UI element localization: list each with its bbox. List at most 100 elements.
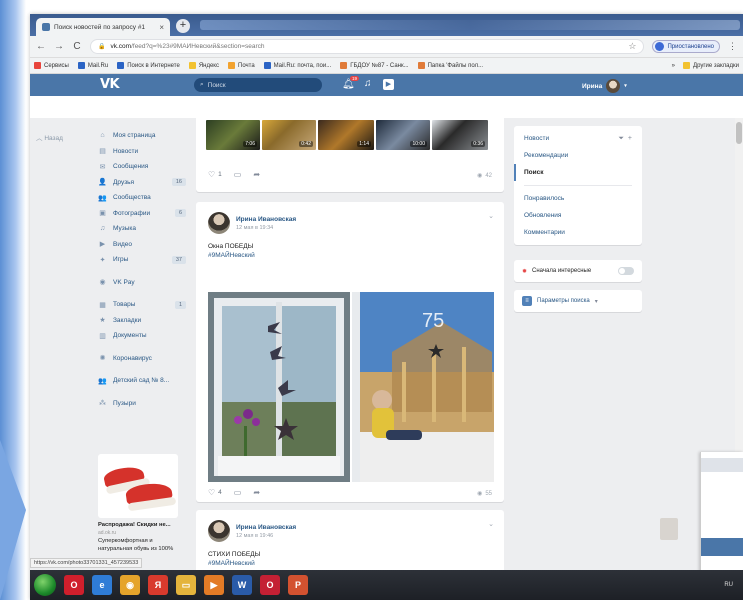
bookmark-item[interactable]: Mail.Ru bbox=[77, 62, 108, 69]
post-hashtag[interactable]: #9МАЙНевский bbox=[208, 559, 260, 568]
start-button[interactable] bbox=[34, 574, 56, 596]
media-icon[interactable]: ▶ bbox=[204, 575, 224, 595]
post-photo-child-window[interactable]: 75 bbox=[352, 292, 494, 482]
comment-button[interactable]: ▭ bbox=[234, 488, 242, 497]
post-author[interactable]: Ирина Ивановская bbox=[236, 524, 296, 531]
opera-icon[interactable]: O bbox=[64, 575, 84, 595]
post-hashtag[interactable]: #9МАЙНевский bbox=[208, 251, 255, 260]
sidebar-item[interactable]: 👥 Сообщества bbox=[98, 190, 186, 206]
user-menu[interactable]: Ирина ▾ bbox=[582, 79, 627, 93]
post-date[interactable]: 12 мая в 19:46 bbox=[236, 533, 296, 539]
video-thumbnail[interactable]: 1:14 bbox=[318, 120, 374, 150]
video-thumbnail[interactable]: 0:42 bbox=[262, 120, 316, 150]
search-params-button[interactable]: ≡ Параметры поиска ▾ bbox=[514, 290, 642, 312]
powerpoint-icon[interactable]: P bbox=[288, 575, 308, 595]
menu-item-search[interactable]: Поиск bbox=[514, 164, 642, 181]
like-button[interactable]: ♡ 4 bbox=[208, 488, 222, 497]
interesting-first-toggle-row[interactable]: ✹ Сначала интересные bbox=[514, 260, 642, 282]
sidebar-item[interactable]: ✺ Коронавирус bbox=[98, 351, 186, 367]
menu-item-news[interactable]: Новости ⏷ + bbox=[514, 130, 642, 147]
video-thumbnail[interactable]: 10:00 bbox=[376, 120, 430, 150]
menu-item-comments[interactable]: Комментарии bbox=[514, 224, 642, 241]
ad-title[interactable]: Распродажа! Скидки не... bbox=[98, 522, 186, 528]
vk-logo[interactable]: VK bbox=[100, 77, 120, 92]
bookmark-item[interactable]: Сервисы bbox=[34, 62, 69, 69]
sidebar-item[interactable]: ⁂ Пузыри bbox=[98, 396, 186, 412]
sidebar-item[interactable]: ▣ Фотографии 6 bbox=[98, 206, 186, 222]
interesting-first-toggle[interactable] bbox=[618, 267, 634, 275]
like-button[interactable]: ♡ 1 bbox=[208, 170, 222, 179]
browser-menu-icon[interactable]: ⋮ bbox=[728, 41, 737, 52]
post-author-avatar[interactable] bbox=[208, 520, 230, 542]
nav-divider bbox=[98, 290, 186, 297]
forward-button[interactable]: → bbox=[54, 41, 64, 52]
opera2-icon[interactable]: O bbox=[260, 575, 280, 595]
tab-active[interactable]: Поиск новостей по запросу #1 × bbox=[36, 18, 170, 36]
post-author[interactable]: Ирина Ивановская bbox=[236, 216, 296, 223]
bookmarks-more-icon[interactable]: » bbox=[672, 63, 675, 69]
share-button[interactable]: ➦ bbox=[253, 170, 260, 179]
add-icon[interactable]: + bbox=[628, 135, 632, 142]
ad-image-shoes[interactable] bbox=[98, 454, 178, 518]
sidebar-item[interactable]: 👥 Детский сад № 8... bbox=[98, 373, 186, 389]
bookmark-item[interactable]: Папка 'Файлы пол... bbox=[417, 62, 483, 69]
post-menu-icon[interactable]: ⌄ bbox=[488, 212, 494, 220]
profile-button[interactable]: Приостановлено bbox=[652, 40, 720, 53]
sidebar-item-count: 6 bbox=[174, 209, 186, 218]
sidebar-item[interactable]: ▦ Товары 1 bbox=[98, 297, 186, 313]
back-button[interactable]: ← bbox=[36, 41, 46, 52]
new-tab-button[interactable]: + bbox=[176, 19, 190, 33]
chrome-icon[interactable]: ◉ bbox=[120, 575, 140, 595]
sidebar-item[interactable]: ♫ Музыка bbox=[98, 221, 186, 237]
bookmark-label: Почта bbox=[238, 62, 255, 69]
language-indicator[interactable]: RU bbox=[724, 582, 733, 588]
ad-block[interactable]: Распродажа! Скидки не... ad.ok.ru Суперк… bbox=[98, 454, 186, 553]
bookmark-item[interactable]: ГБДОУ №87 - Санк... bbox=[340, 62, 409, 69]
yandex-icon[interactable]: Я bbox=[148, 575, 168, 595]
music-note-icon[interactable]: ♫ bbox=[364, 78, 372, 89]
menu-item-liked[interactable]: Понравилось bbox=[514, 190, 642, 207]
tab-close-icon[interactable]: × bbox=[159, 23, 164, 32]
explorer-icon[interactable]: ▭ bbox=[176, 575, 196, 595]
sidebar-item[interactable]: ◉ VK Pay bbox=[98, 275, 186, 291]
bookmark-item[interactable]: Почта bbox=[228, 62, 255, 69]
sidebar-item[interactable]: ⌂ Моя страница bbox=[98, 128, 186, 144]
other-bookmarks[interactable]: Другие закладки bbox=[683, 62, 739, 69]
play-icon[interactable]: ▶ bbox=[383, 79, 394, 90]
post-date[interactable]: 12 мая в 19:34 bbox=[236, 225, 296, 231]
sidebar-item[interactable]: ✉ Сообщения bbox=[98, 159, 186, 175]
reload-button[interactable]: C bbox=[72, 41, 82, 52]
sidebar-item[interactable]: ✦ Игры 37 bbox=[98, 252, 186, 268]
vk-header: VK ⌕ Поиск 🔔︎ 19 ♫ ▶ Ирина ▾ bbox=[30, 74, 743, 96]
share-button[interactable]: ➦ bbox=[253, 488, 260, 497]
windows-taskbar: Oe ◉ Я ▭ ▶ W O P RU bbox=[30, 570, 743, 600]
back-link[interactable]: ︿ Назад bbox=[36, 132, 63, 142]
post-photo-window[interactable] bbox=[208, 292, 350, 482]
menu-item-updates[interactable]: Обновления bbox=[514, 207, 642, 224]
menu-item-recommendations[interactable]: Рекомендации bbox=[514, 147, 642, 164]
url-input[interactable]: 🔒 vk.com/feed?q=%23#9МАЙНевский&section=… bbox=[90, 39, 645, 54]
bookmark-star-icon[interactable]: ☆ bbox=[628, 41, 636, 52]
sidebar-item[interactable]: 👤 Друзья 16 bbox=[98, 175, 186, 191]
news-post: Ирина Ивановская 12 мая в 19:46 ⌄ СТИХИ … bbox=[196, 510, 504, 578]
word-icon[interactable]: W bbox=[232, 575, 252, 595]
sidebar-item-count: 37 bbox=[171, 255, 186, 264]
chat-avatar[interactable] bbox=[660, 518, 678, 540]
post-author-avatar[interactable] bbox=[208, 212, 230, 234]
bookmark-item[interactable]: Поиск в Интернете bbox=[117, 62, 180, 69]
vk-search-input[interactable]: ⌕ Поиск bbox=[194, 78, 322, 92]
sidebar-item[interactable]: ▤ Новости bbox=[98, 144, 186, 160]
bookmark-item[interactable]: Mail.Ru: почта, пои... bbox=[263, 62, 331, 69]
bookmark-item[interactable]: Яндекс bbox=[188, 62, 219, 69]
video-thumbnail[interactable]: 7:06 bbox=[206, 120, 260, 150]
video-thumbnail[interactable]: 0:36 bbox=[432, 120, 488, 150]
sidebar-item[interactable]: ▥ Документы bbox=[98, 328, 186, 344]
comment-button[interactable]: ▭ bbox=[234, 170, 242, 179]
url-domain: vk.com bbox=[110, 43, 132, 50]
ie-icon[interactable]: e bbox=[92, 575, 112, 595]
filter-icon[interactable]: ⏷ bbox=[618, 135, 624, 142]
scrollbar-thumb[interactable] bbox=[736, 122, 742, 144]
sidebar-item[interactable]: ▶ Видео bbox=[98, 237, 186, 253]
post-menu-icon[interactable]: ⌄ bbox=[488, 520, 494, 528]
sidebar-item[interactable]: ★ Закладки bbox=[98, 313, 186, 329]
